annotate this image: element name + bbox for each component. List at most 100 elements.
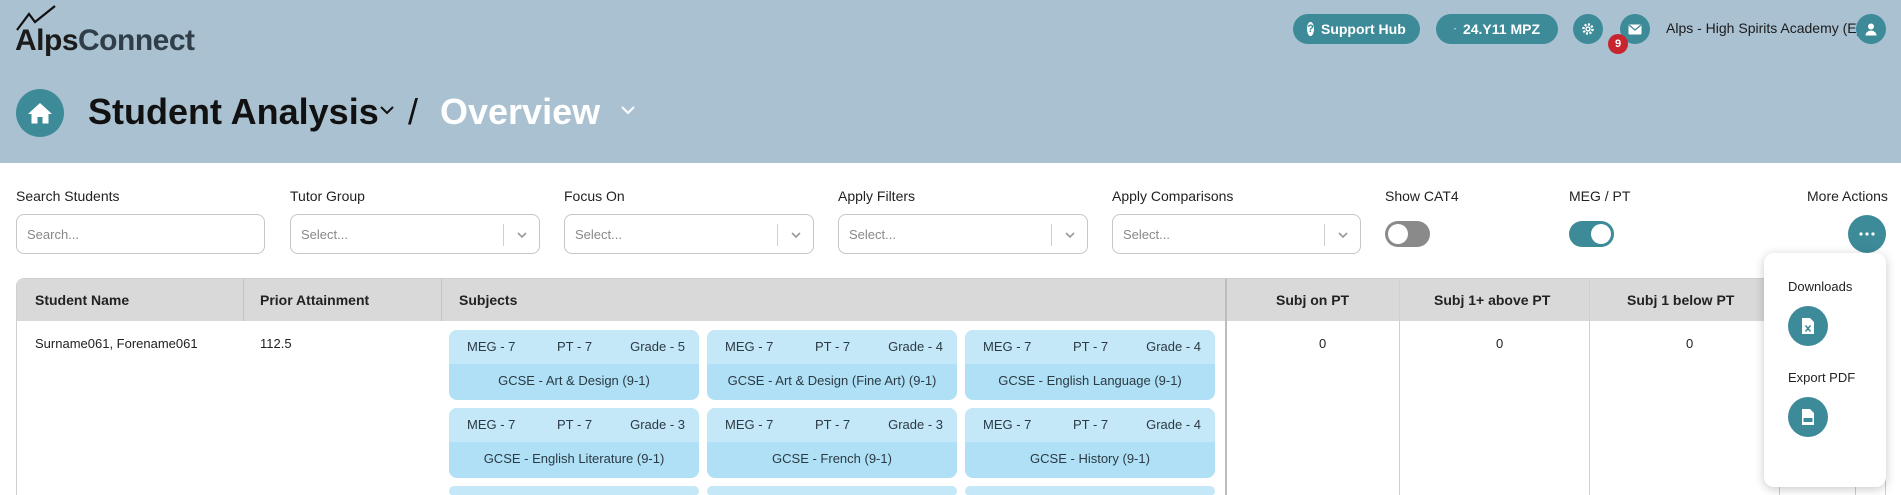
column-divider <box>1225 279 1227 495</box>
apply-filters-select[interactable]: Select... <box>838 214 1088 254</box>
more-actions-label: More Actions <box>1807 188 1888 204</box>
subject-card[interactable]: MEG - 7 PT - 7 Grade - 4 GCSE - Art & De… <box>707 330 957 400</box>
tutor-group-label: Tutor Group <box>290 188 365 204</box>
top-header: AlpsConnect ? Support Hub 24.Y11 MPZ 9 A… <box>0 0 1901 163</box>
notification-badge: 9 <box>1608 34 1628 54</box>
subject-meg: MEG - 7 <box>467 339 516 354</box>
cell-prior-attainment: 112.5 <box>260 336 292 351</box>
subject-grade: Grade - 4 <box>888 339 943 354</box>
export-pdf-label: Export PDF <box>1788 370 1856 385</box>
subject-name: GCSE - History (9-1) <box>1030 451 1150 466</box>
section-chevron-down-icon[interactable] <box>378 101 396 119</box>
heart-pulse-icon <box>1454 28 1456 30</box>
meg-pt-label: MEG / PT <box>1569 188 1631 204</box>
logo-text-part2: Connect <box>78 24 195 57</box>
table-header: Student Name Prior Attainment Subjects S… <box>17 279 1885 321</box>
header-student-name[interactable]: Student Name <box>35 292 129 308</box>
subject-card-partial[interactable] <box>449 486 699 495</box>
home-icon <box>28 103 52 124</box>
subject-grade: Grade - 5 <box>630 339 685 354</box>
subject-card-partial[interactable] <box>965 486 1215 495</box>
chevron-down-icon <box>1065 232 1075 239</box>
more-actions-menu: Downloads Export PDF <box>1764 253 1886 487</box>
subject-card[interactable]: MEG - 7 PT - 7 Grade - 4 GCSE - English … <box>965 330 1215 400</box>
subject-card[interactable]: MEG - 7 PT - 7 Grade - 3 GCSE - English … <box>449 408 699 478</box>
subject-grade: Grade - 4 <box>1146 417 1201 432</box>
subject-meg: MEG - 7 <box>467 417 516 432</box>
show-cat4-label: Show CAT4 <box>1385 188 1459 204</box>
alps-connect-logo[interactable]: AlpsConnect <box>15 4 205 57</box>
support-hub-button[interactable]: ? Support Hub <box>1293 14 1420 44</box>
subject-card[interactable]: MEG - 7 PT - 7 Grade - 5 GCSE - Art & De… <box>449 330 699 400</box>
header-subj-above-pt[interactable]: Subj 1+ above PT <box>1434 292 1550 308</box>
apply-filters-label: Apply Filters <box>838 188 916 204</box>
subject-card-partial[interactable] <box>707 486 957 495</box>
cell-subj-below-pt: 0 <box>1686 336 1694 351</box>
subject-name: GCSE - English Language (9-1) <box>998 373 1182 388</box>
subject-meg: MEG - 7 <box>725 417 774 432</box>
subject-grade: Grade - 3 <box>630 417 685 432</box>
page-chevron-down-icon[interactable] <box>619 101 637 119</box>
column-divider <box>243 279 244 321</box>
cell-student-name[interactable]: Surname061, Forename061 <box>35 336 198 351</box>
focus-on-placeholder: Select... <box>575 227 622 242</box>
cohort-button[interactable]: 24.Y11 MPZ <box>1436 14 1558 44</box>
subject-pt: PT - 7 <box>815 339 851 354</box>
support-hub-label: Support Hub <box>1320 21 1406 37</box>
settings-button[interactable] <box>1573 14 1603 44</box>
search-input[interactable]: Search... <box>16 214 265 254</box>
header-subj-on-pt[interactable]: Subj on PT <box>1276 292 1349 308</box>
meg-pt-toggle[interactable] <box>1569 221 1614 247</box>
envelope-icon <box>1628 24 1642 34</box>
toggle-knob <box>1591 224 1611 244</box>
subject-meg: MEG - 7 <box>983 339 1032 354</box>
subject-pt: PT - 7 <box>557 417 593 432</box>
apply-comparisons-placeholder: Select... <box>1123 227 1170 242</box>
chevron-down-icon <box>791 232 801 239</box>
ellipsis-icon <box>1859 232 1875 236</box>
tutor-group-placeholder: Select... <box>301 227 348 242</box>
school-name[interactable]: Alps - High Spirits Academy (E) <box>1666 20 1861 36</box>
cohort-label: 24.Y11 MPZ <box>1462 21 1540 37</box>
subject-card[interactable]: MEG - 7 PT - 7 Grade - 3 GCSE - French (… <box>707 408 957 478</box>
subject-name: GCSE - French (9-1) <box>772 451 892 466</box>
download-excel-button[interactable] <box>1788 306 1828 346</box>
subject-name: GCSE - Art & Design (9-1) <box>498 373 650 388</box>
tutor-group-select[interactable]: Select... <box>290 214 540 254</box>
user-icon <box>1865 23 1877 36</box>
show-cat4-toggle[interactable] <box>1385 221 1430 247</box>
column-divider <box>1399 279 1400 495</box>
cell-subj-above-pt: 0 <box>1496 336 1504 351</box>
header-prior-attainment[interactable]: Prior Attainment <box>260 292 369 308</box>
gear-icon <box>1582 23 1594 35</box>
home-button[interactable] <box>16 89 64 137</box>
help-icon: ? <box>1307 22 1314 36</box>
select-divider <box>1324 224 1325 246</box>
logo-text: AlpsConnect <box>15 24 195 58</box>
header-subj-below-pt[interactable]: Subj 1 below PT <box>1627 292 1734 308</box>
toggle-knob <box>1388 224 1408 244</box>
breadcrumb-page[interactable]: Overview <box>440 88 600 136</box>
breadcrumb-section[interactable]: Student Analysis <box>88 88 379 136</box>
subject-pt: PT - 7 <box>1073 417 1109 432</box>
select-divider <box>777 224 778 246</box>
pdf-file-icon <box>1802 409 1814 425</box>
subject-grade: Grade - 3 <box>888 417 943 432</box>
select-divider <box>503 224 504 246</box>
subject-card[interactable]: MEG - 7 PT - 7 Grade - 4 GCSE - History … <box>965 408 1215 478</box>
apply-comparisons-select[interactable]: Select... <box>1112 214 1361 254</box>
more-actions-button[interactable] <box>1848 215 1886 253</box>
subject-pt: PT - 7 <box>557 339 593 354</box>
cell-subj-on-pt: 0 <box>1319 336 1327 351</box>
header-subjects: Subjects <box>459 292 518 308</box>
focus-on-select[interactable]: Select... <box>564 214 814 254</box>
subject-pt: PT - 7 <box>815 417 851 432</box>
subject-grade: Grade - 4 <box>1146 339 1201 354</box>
logo-text-part1: Alps <box>15 24 79 57</box>
export-pdf-button[interactable] <box>1788 397 1828 437</box>
excel-file-icon <box>1802 318 1814 334</box>
subject-meg: MEG - 7 <box>983 417 1032 432</box>
user-menu-button[interactable] <box>1856 14 1886 44</box>
chevron-down-icon <box>1338 232 1348 239</box>
subject-name: GCSE - English Literature (9-1) <box>483 451 665 466</box>
